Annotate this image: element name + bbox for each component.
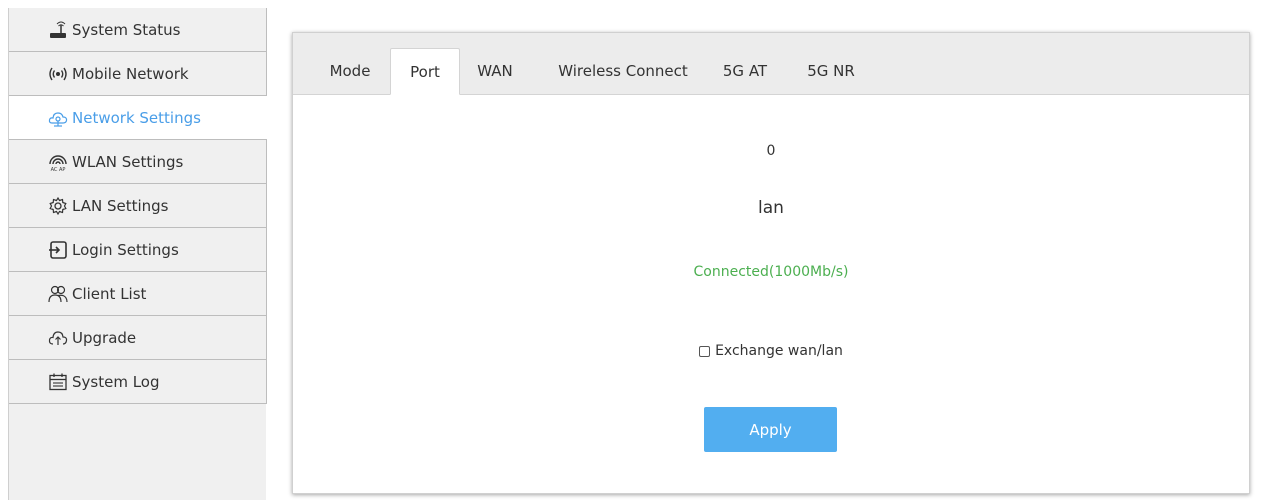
sidebar-item-lan-settings[interactable]: LAN Settings [9, 184, 267, 228]
sidebar-item-system-status[interactable]: System Status [9, 8, 267, 52]
sidebar-item-system-log[interactable]: System Log [9, 360, 267, 404]
router-icon [47, 20, 69, 40]
sidebar-item-label: Login Settings [72, 240, 179, 259]
users-icon [47, 284, 69, 304]
sidebar-nav: System Status Mobile Network Network Set… [8, 8, 267, 500]
port-name: lan [758, 198, 784, 218]
exchange-wan-lan-option[interactable]: Exchange wan/lan [293, 343, 1249, 359]
sidebar-item-login-settings[interactable]: Login Settings [9, 228, 267, 272]
sidebar-item-mobile-network[interactable]: Mobile Network [9, 52, 267, 96]
port-status: Connected(1000Mb/s) [693, 264, 849, 280]
upload-cloud-icon [47, 328, 69, 348]
port-number: 0 [766, 143, 776, 159]
tab-wan[interactable]: WAN [465, 48, 525, 94]
login-icon [47, 240, 69, 260]
sidebar-item-label: Mobile Network [72, 64, 189, 83]
tab-wireless-connect[interactable]: Wireless Connect [547, 48, 699, 94]
tab-port[interactable]: Port [390, 48, 460, 95]
sidebar-item-upgrade[interactable]: Upgrade [9, 316, 267, 360]
tab-5g-nr[interactable]: 5G NR [799, 48, 863, 94]
tab-mode[interactable]: Mode [315, 48, 385, 94]
signal-icon [47, 64, 69, 84]
apply-button[interactable]: Apply [704, 407, 837, 452]
sidebar-item-label: System Status [72, 20, 181, 39]
port-settings-panel: Mode Port WAN Wireless Connect 5G AT 5G … [292, 32, 1250, 494]
exchange-wan-lan-checkbox[interactable] [699, 345, 711, 357]
network-icon [47, 108, 69, 128]
tab-bar: Mode Port WAN Wireless Connect 5G AT 5G … [293, 33, 1249, 95]
sidebar-item-label: Client List [72, 284, 147, 303]
svg-text:AC AP: AC AP [51, 167, 66, 172]
exchange-wan-lan-label: Exchange wan/lan [715, 343, 843, 359]
wifi-icon: AC AP [47, 152, 69, 172]
sidebar-item-label: Network Settings [72, 108, 201, 127]
sidebar-item-label: WLAN Settings [72, 152, 184, 171]
tab-5g-at[interactable]: 5G AT [715, 48, 775, 94]
sidebar-item-network-settings[interactable]: Network Settings [9, 96, 267, 140]
gear-icon [47, 196, 69, 216]
sidebar-item-wlan-settings[interactable]: AC AP WLAN Settings [9, 140, 267, 184]
sidebar-item-label: Upgrade [72, 328, 137, 347]
calendar-log-icon [47, 372, 69, 392]
sidebar-item-label: System Log [72, 372, 160, 391]
sidebar-item-client-list[interactable]: Client List [9, 272, 267, 316]
sidebar-item-label: LAN Settings [72, 196, 169, 215]
